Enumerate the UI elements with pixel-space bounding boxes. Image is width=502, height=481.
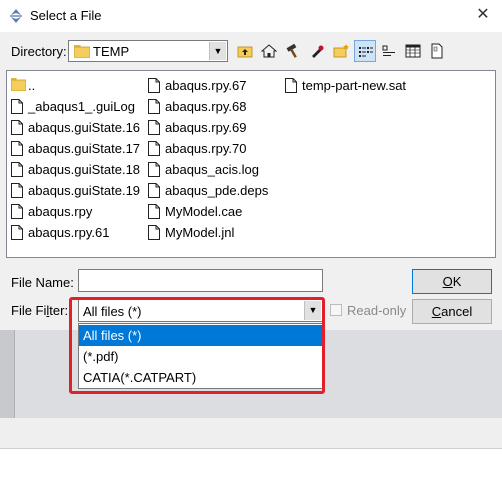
work-dir-button[interactable]: [282, 40, 304, 62]
file-filter-label: File Filter:: [11, 303, 69, 318]
file-icon: [148, 120, 160, 135]
file-item-label: abaqus.rpy: [28, 204, 93, 219]
read-only-label: Read-only: [347, 303, 407, 318]
background-panel: [0, 330, 15, 418]
file-item-label: abaqus.guiState.17: [28, 141, 141, 156]
file-item-label: abaqus.guiState.18: [28, 162, 141, 177]
select-file-dialog: Select a File ✕ Directory: TEMP ▼ .. _ab…: [0, 0, 502, 330]
file-item-label: _abaqus1_.guiLog: [28, 99, 135, 114]
file-item-label: abaqus.guiState.16: [28, 120, 141, 135]
file-item-label: ..: [28, 78, 36, 93]
file-icon: [148, 141, 160, 156]
icon-view-icon: [382, 45, 395, 56]
detail-view-button[interactable]: [402, 40, 424, 62]
file-icon: [148, 204, 160, 219]
up-folder-button[interactable]: [234, 40, 256, 62]
file-icon: [285, 78, 297, 93]
file-item-label: temp-part-new.sat: [302, 78, 407, 93]
file-icon: [11, 141, 23, 156]
bookmark-icon: [312, 45, 324, 58]
file-icon: [11, 225, 23, 240]
home-button[interactable]: [258, 40, 280, 62]
folder-icon: [11, 78, 26, 91]
file-item-label: abaqus_acis.log: [165, 162, 259, 177]
chevron-down-icon[interactable]: ▼: [209, 42, 226, 60]
file-item-label: abaqus.guiState.19: [28, 183, 141, 198]
file-icon: [148, 78, 160, 93]
folder-icon: [74, 45, 90, 58]
file-filter-combo[interactable]: All files (*) ▼: [78, 299, 323, 322]
new-folder-icon: [333, 44, 349, 58]
home-icon: [261, 44, 277, 58]
icon-view-button[interactable]: [378, 40, 400, 62]
work-dir-icon: [286, 43, 297, 58]
directory-label: Directory:: [11, 44, 67, 59]
file-icon: [11, 183, 23, 198]
file-icon: [11, 162, 23, 177]
detail-view-icon: [405, 44, 421, 58]
bookmark-button[interactable]: [306, 40, 328, 62]
list-view-icon: [359, 47, 373, 57]
file-icon: [148, 99, 160, 114]
file-icon: [11, 120, 23, 135]
directory-combo[interactable]: TEMP ▼: [68, 40, 228, 62]
file-item-label: MyModel.cae: [165, 204, 243, 219]
file-properties-icon: [431, 43, 443, 59]
list-view-button[interactable]: [354, 40, 376, 62]
cancel-button[interactable]: Cancel: [412, 299, 492, 324]
file-item-label: abaqus.rpy.70: [165, 141, 247, 156]
file-icon: [148, 162, 160, 177]
file-item-label: abaqus.rpy.67: [165, 78, 247, 93]
file-filter-dropdown[interactable]: All files (*) (*.pdf) CATIA(*.CATPART): [78, 323, 323, 389]
background-message-area: [0, 418, 502, 449]
up-folder-icon: [237, 46, 253, 58]
file-icon: [148, 225, 160, 240]
app-icon: [10, 9, 22, 23]
chevron-down-icon[interactable]: ▼: [304, 301, 321, 320]
new-folder-button[interactable]: [330, 40, 352, 62]
window-title: Select a File: [30, 8, 102, 23]
file-name-label: File Name:: [11, 275, 74, 290]
file-list[interactable]: .. _abaqus1_.guiLog abaqus.guiState.16 abaq…: [6, 70, 496, 258]
directory-value: TEMP: [93, 44, 130, 59]
file-item-label: MyModel.jnl: [165, 225, 235, 240]
file-item-label: abaqus.rpy.69: [165, 120, 247, 135]
ok-button[interactable]: OK: [412, 269, 492, 294]
filter-option-all-files[interactable]: All files (*): [79, 325, 322, 346]
filter-option-pdf[interactable]: (*.pdf): [79, 346, 322, 367]
file-icon: [11, 204, 23, 219]
title-bar: Select a File ✕: [0, 0, 502, 32]
file-name-input[interactable]: [78, 269, 323, 292]
file-icon: [148, 183, 160, 198]
file-item-label: abaqus_pde.deps: [165, 183, 269, 198]
read-only-checkbox[interactable]: [330, 304, 342, 316]
close-icon[interactable]: ✕: [470, 3, 496, 27]
file-filter-value: All files (*): [83, 304, 142, 319]
file-properties-button[interactable]: [426, 40, 448, 62]
file-item-label: abaqus.rpy.61: [28, 225, 110, 240]
file-item-label: abaqus.rpy.68: [165, 99, 247, 114]
file-icon: [11, 99, 23, 114]
filter-option-catia[interactable]: CATIA(*.CATPART): [79, 367, 322, 388]
